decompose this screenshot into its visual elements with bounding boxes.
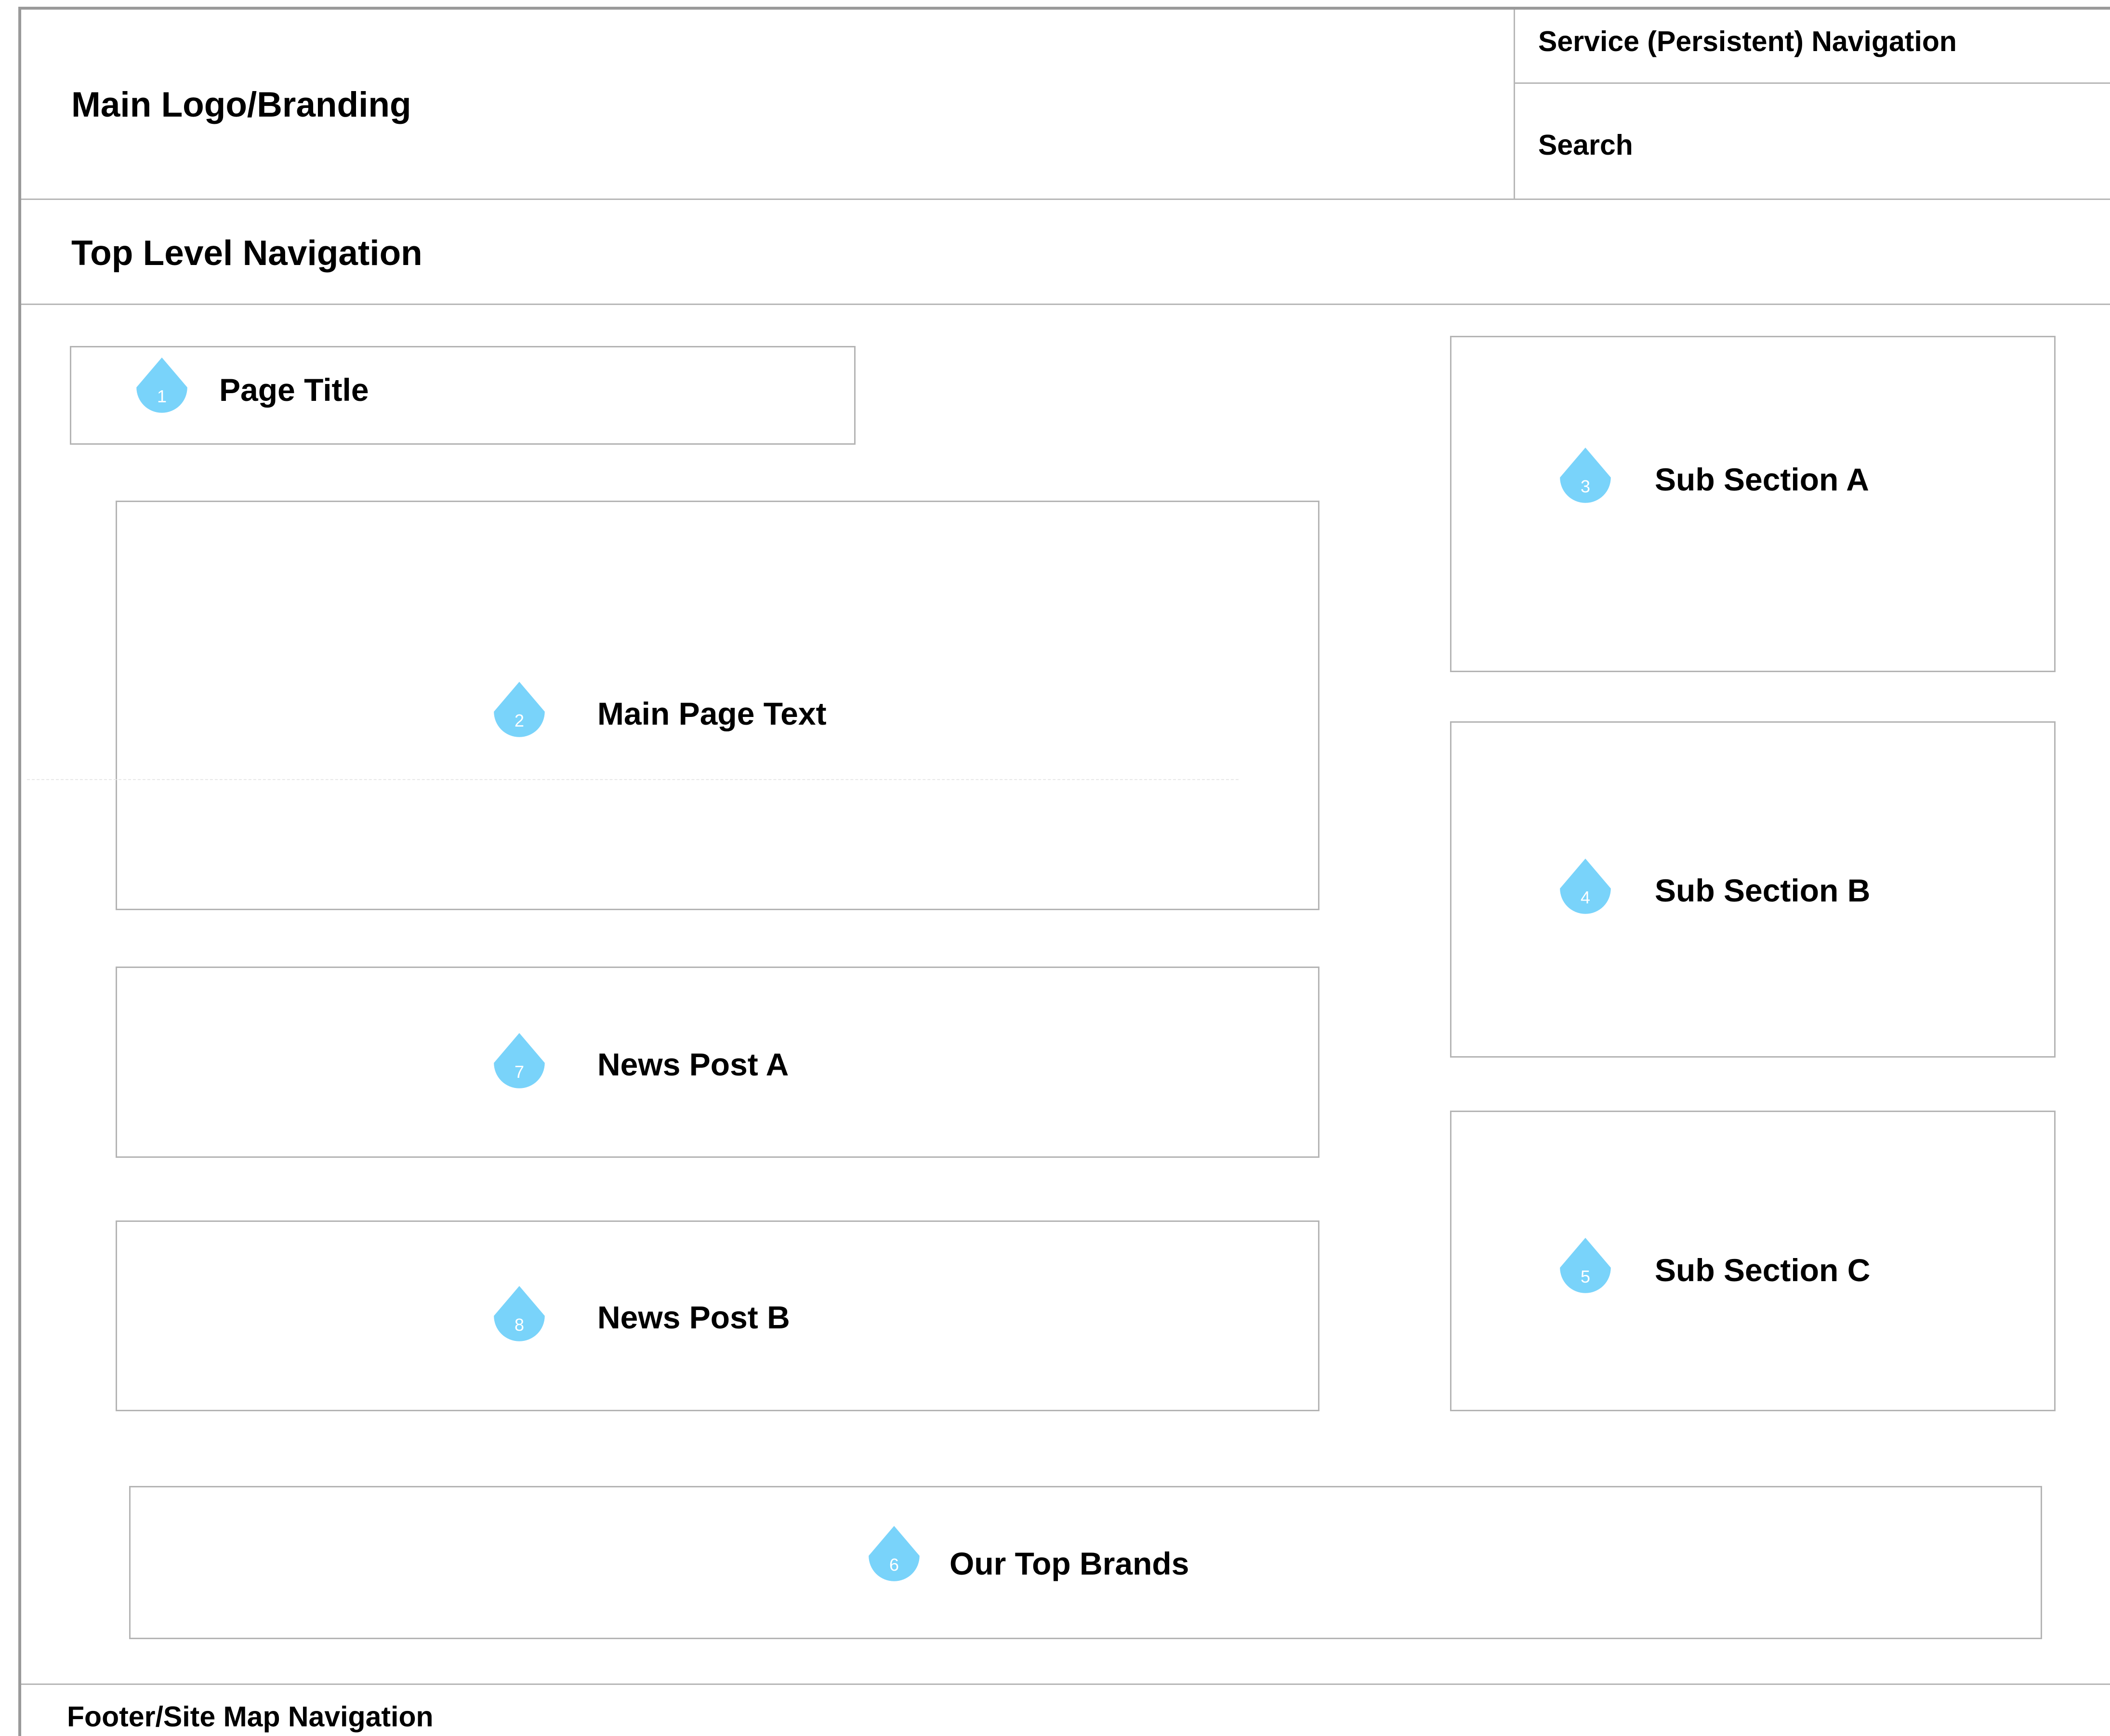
fold-guide-line <box>27 779 1239 780</box>
top-brands-label: Our Top Brands <box>950 1546 1189 1581</box>
top-nav-bottom-line <box>21 304 2110 305</box>
service-navigation[interactable]: Service (Persistent) Navigation <box>1538 27 1957 56</box>
news-post-a-label: News Post A <box>597 1047 789 1082</box>
marker-drop-icon: 1 <box>130 355 194 420</box>
marker-number: 1 <box>157 386 167 406</box>
service-nav-divider <box>1514 82 2110 84</box>
header-bottom-line <box>21 199 2110 200</box>
marker-number: 3 <box>1580 477 1591 496</box>
search-field[interactable]: Search <box>1538 131 1633 159</box>
top-level-navigation[interactable]: Top Level Navigation <box>71 236 422 271</box>
marker-number: 2 <box>514 711 525 730</box>
marker-drop-icon: 8 <box>488 1284 551 1348</box>
marker-drop-icon: 3 <box>1554 445 1617 510</box>
marker-number: 6 <box>889 1555 899 1575</box>
marker-drop-icon: 4 <box>1554 856 1617 921</box>
sub-section-b-label: Sub Section B <box>1655 873 1871 908</box>
marker-number: 5 <box>1580 1267 1591 1286</box>
sub-section-a-label: Sub Section A <box>1655 462 1869 497</box>
header-divider <box>1514 10 1515 199</box>
marker-drop-icon: 5 <box>1554 1235 1617 1300</box>
footer-navigation[interactable]: Footer/Site Map Navigation <box>67 1703 434 1731</box>
marker-drop-icon: 2 <box>488 679 551 744</box>
footer-top-line <box>21 1683 2110 1685</box>
marker-drop-icon: 7 <box>488 1031 551 1095</box>
logo-branding[interactable]: Main Logo/Branding <box>71 87 411 122</box>
outer-frame-left <box>18 7 21 1736</box>
sub-section-c-label: Sub Section C <box>1655 1252 1871 1288</box>
marker-drop-icon: 6 <box>862 1524 926 1588</box>
marker-number: 7 <box>514 1062 525 1082</box>
news-post-b-label: News Post B <box>597 1299 790 1335</box>
sub-section-a-box[interactable] <box>1450 336 2056 672</box>
marker-number: 8 <box>514 1315 525 1335</box>
main-page-text: Main Page Text <box>597 696 827 731</box>
page-title: Page Title <box>219 372 369 408</box>
marker-number: 4 <box>1580 888 1591 907</box>
